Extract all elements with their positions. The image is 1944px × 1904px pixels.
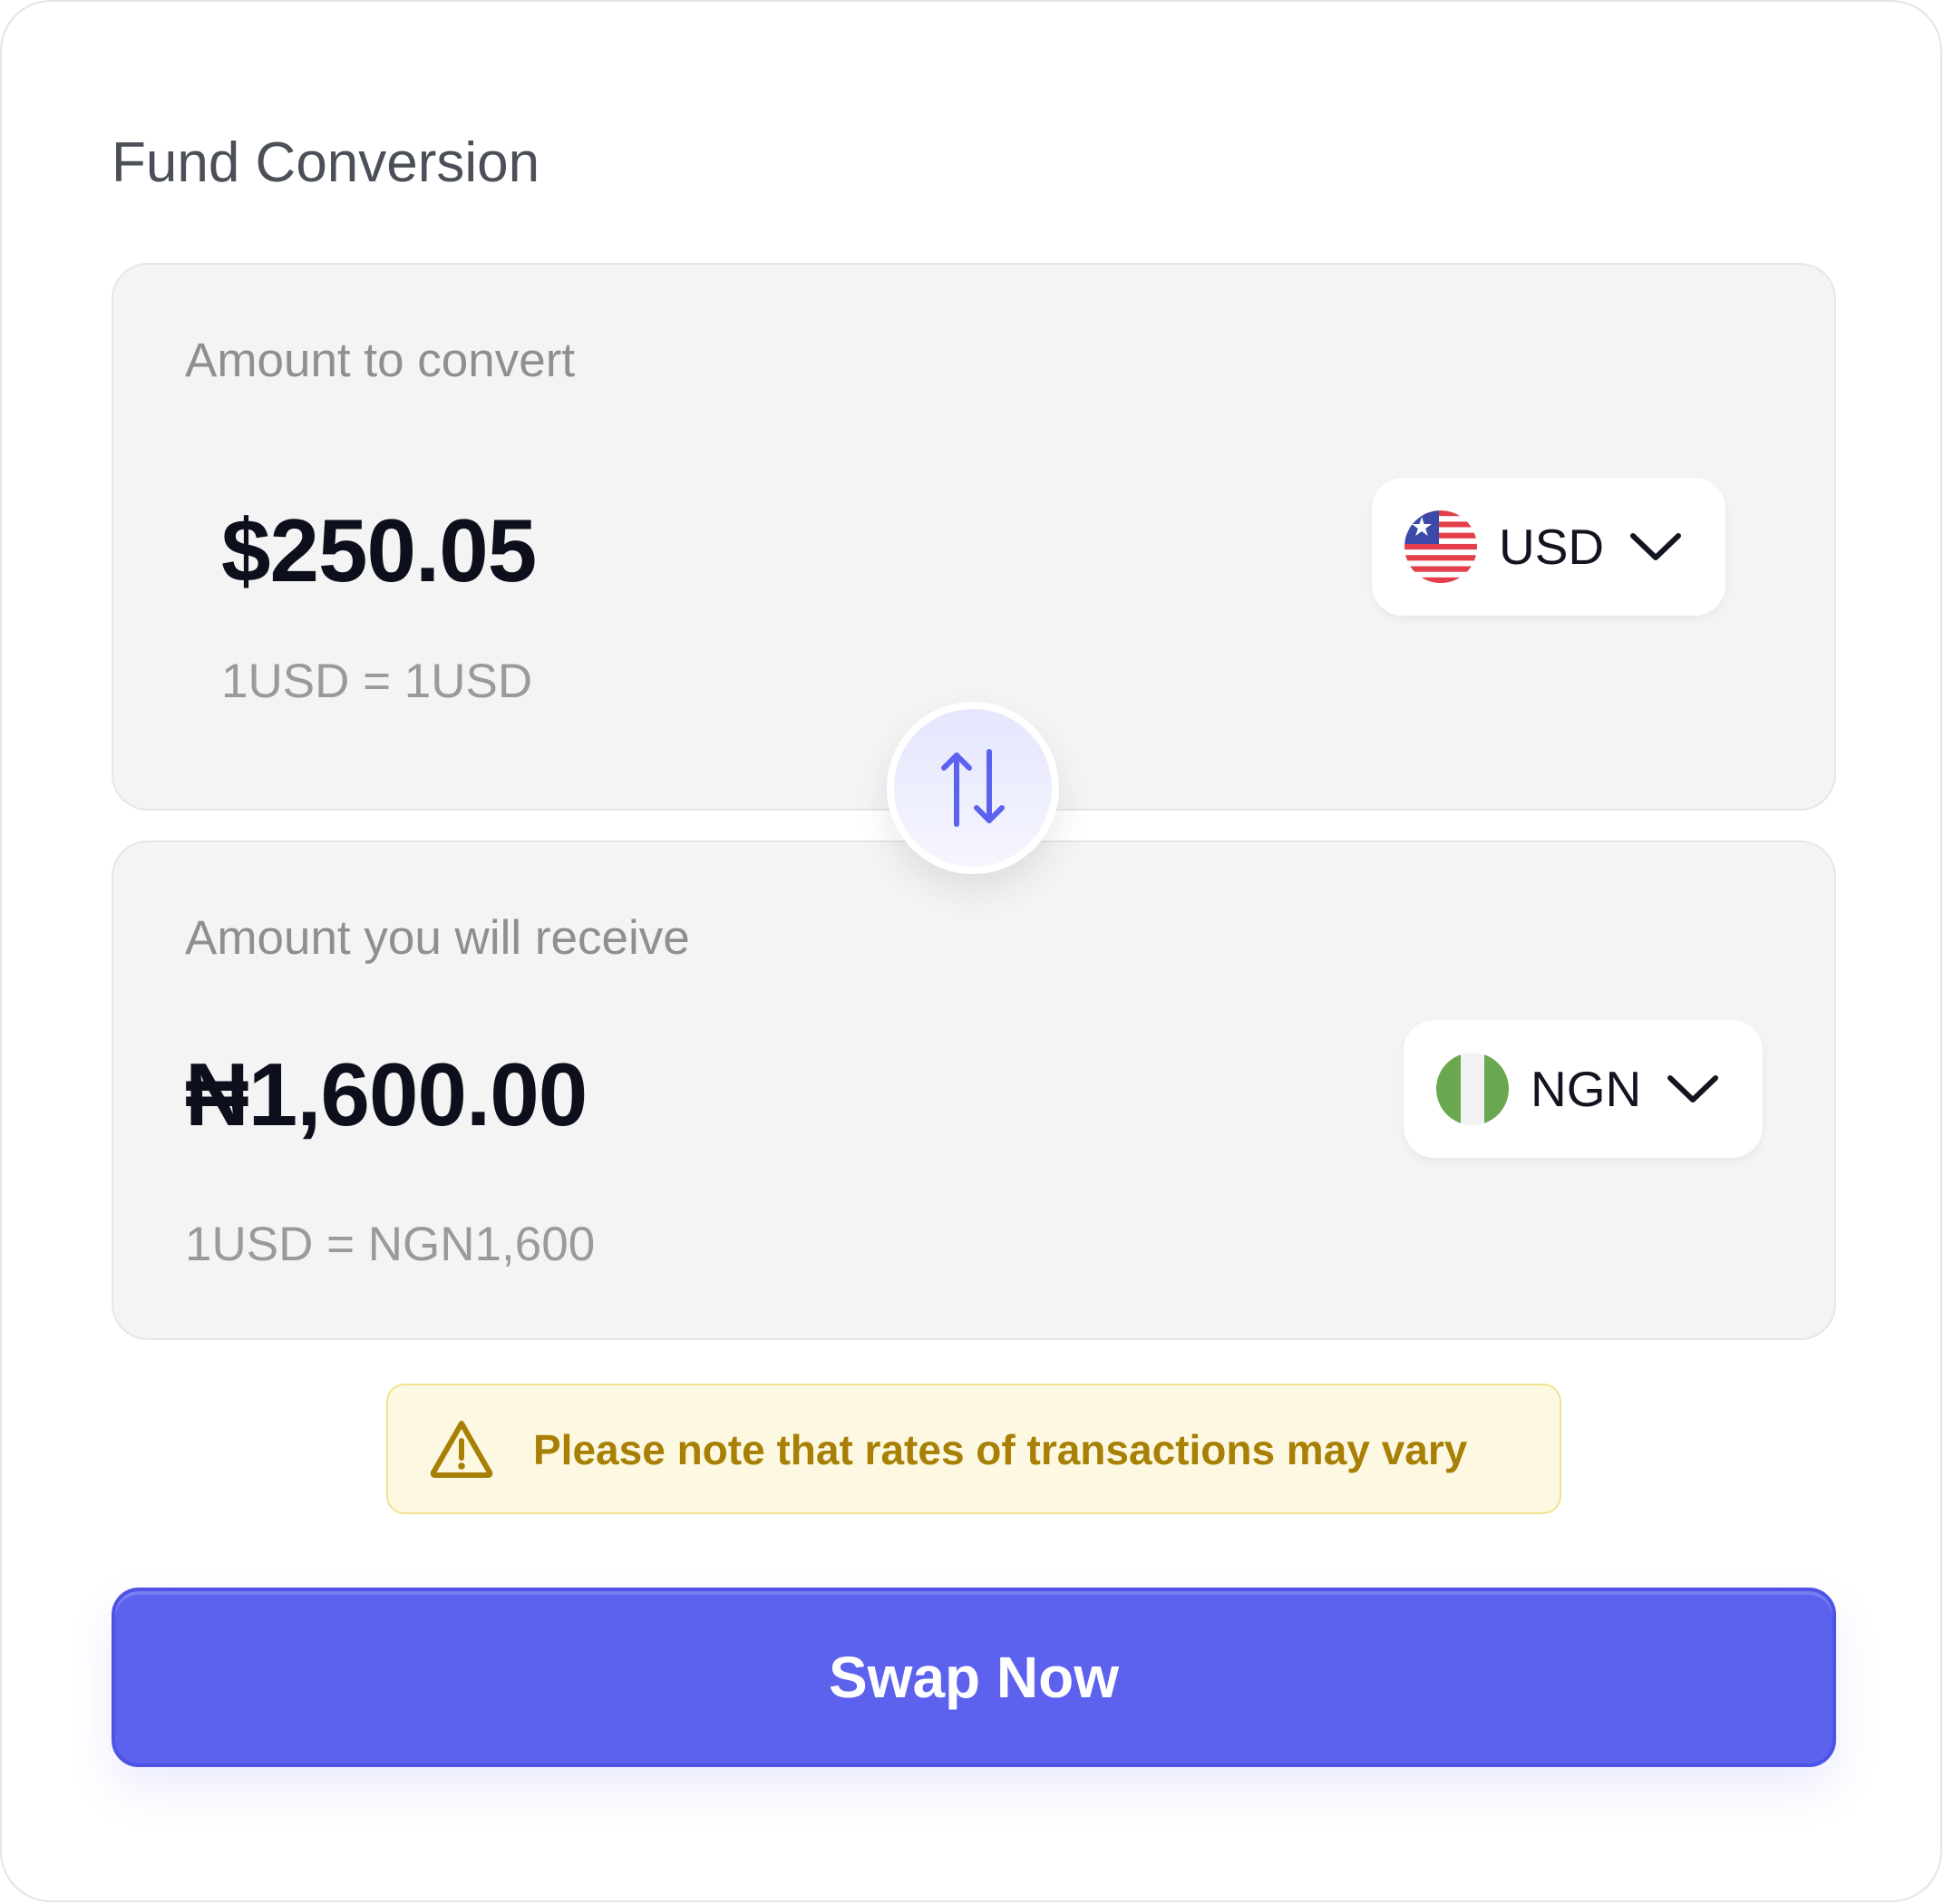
warning-icon [430, 1421, 493, 1478]
us-flag-icon [1405, 510, 1477, 583]
fund-conversion-card: Fund Conversion Amount to convert $250.0… [0, 0, 1942, 1902]
to-panel: Amount you will receive ₦1,600.00 1USD =… [112, 840, 1836, 1340]
swap-currencies-button[interactable] [887, 702, 1059, 874]
page-title: Fund Conversion [112, 131, 540, 194]
to-label: Amount you will receive [185, 911, 690, 965]
from-amount-input[interactable]: $250.05 [221, 500, 537, 600]
swap-arrows-icon [941, 749, 1005, 827]
to-currency-select[interactable]: NGN [1404, 1020, 1763, 1158]
notice-text: Please note that rates of transactions m… [533, 1426, 1468, 1473]
from-currency-code: USD [1499, 519, 1605, 575]
chevron-down-icon [1630, 533, 1682, 560]
from-rate: 1USD = 1USD [221, 655, 533, 708]
swap-now-button[interactable]: Swap Now [112, 1588, 1836, 1767]
from-currency-select[interactable]: USD [1372, 478, 1725, 616]
chevron-down-icon [1667, 1075, 1719, 1103]
to-rate: 1USD = NGN1,600 [185, 1218, 596, 1271]
rate-notice: Please note that rates of transactions m… [386, 1384, 1561, 1514]
to-amount: ₦1,600.00 [185, 1044, 588, 1144]
to-currency-code: NGN [1531, 1061, 1642, 1117]
from-label: Amount to convert [185, 334, 576, 387]
ng-flag-icon [1436, 1053, 1509, 1125]
